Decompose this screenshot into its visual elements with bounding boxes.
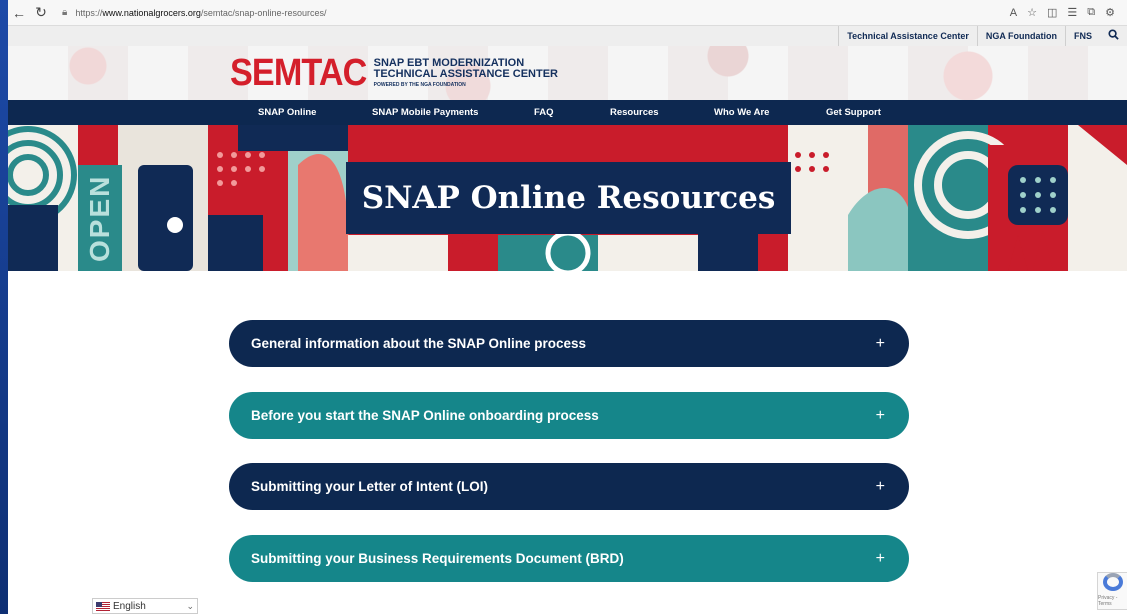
logo-tagline: SNAP EBT MODERNIZATION TECHNICAL ASSISTA…	[373, 58, 558, 89]
accordion-label: General information about the SNAP Onlin…	[251, 336, 587, 351]
hero-title-box: SNAP Online Resources	[346, 162, 791, 234]
util-link-fns[interactable]: FNS	[1065, 26, 1100, 46]
language-selected: English	[113, 600, 146, 612]
expand-plus-icon[interactable]: +	[876, 478, 885, 496]
language-selector[interactable]: English ⌄	[92, 598, 198, 614]
chevron-down-icon: ⌄	[186, 600, 194, 611]
browser-actions: A ☆ ◫ ☰ ⧉ ⚙	[1010, 6, 1127, 19]
accordion-letter-of-intent[interactable]: Submitting your Letter of Intent (LOI) +	[229, 463, 909, 510]
util-link-nga-foundation[interactable]: NGA Foundation	[976, 26, 1065, 46]
address-bar[interactable]: 🔒︎ https://www.nationalgrocers.org/semta…	[62, 7, 326, 18]
nav-get-support[interactable]: Get Support	[826, 100, 881, 125]
logo-line-2: TECHNICAL ASSISTANCE CENTER	[373, 68, 558, 80]
recaptcha-badge[interactable]: Privacy - Terms	[1097, 572, 1127, 610]
accordion-label: Before you start the SNAP Online onboard…	[251, 408, 599, 423]
accordion-general-info[interactable]: General information about the SNAP Onlin…	[229, 320, 909, 367]
hero-banner: OPEN SNAP Online Resources	[8, 125, 1127, 271]
open-sign: OPEN	[78, 165, 122, 271]
logo-line-3: POWERED BY THE NGA FOUNDATION	[373, 82, 466, 88]
refresh-icon[interactable]: ↻	[30, 2, 52, 24]
lock-icon: 🔒︎	[62, 7, 68, 18]
url-path: /semtac/snap-online-resources/	[200, 7, 327, 18]
utility-nav: Technical Assistance Center NGA Foundati…	[8, 26, 1127, 46]
util-link-technical-assistance[interactable]: Technical Assistance Center	[838, 26, 977, 46]
recaptcha-text: Privacy - Terms	[1098, 595, 1118, 607]
logo-band: SEMTAC SNAP EBT MODERNIZATION TECHNICAL …	[8, 46, 1127, 100]
desktop-edge	[0, 0, 8, 614]
expand-plus-icon[interactable]: +	[876, 550, 885, 568]
accordion-before-you-start[interactable]: Before you start the SNAP Online onboard…	[229, 392, 909, 439]
expand-plus-icon[interactable]: +	[876, 407, 885, 425]
split-screen-icon[interactable]: ◫	[1047, 6, 1057, 19]
extensions-icon[interactable]: ⚙	[1105, 6, 1115, 19]
url-host: www.nationalgrocers.org	[102, 7, 201, 18]
nav-snap-online[interactable]: SNAP Online	[258, 100, 316, 125]
us-flag-icon	[96, 601, 110, 611]
expand-plus-icon[interactable]: +	[876, 335, 885, 353]
read-aloud-icon[interactable]: A	[1010, 7, 1017, 19]
semtac-logo[interactable]: SEMTAC SNAP EBT MODERNIZATION TECHNICAL …	[230, 54, 558, 92]
back-arrow-icon[interactable]: ←	[8, 2, 30, 24]
logo-wordmark: SEMTAC	[230, 52, 367, 94]
favorite-star-icon[interactable]: ☆	[1027, 6, 1037, 19]
decorative-pattern	[8, 46, 1127, 100]
accordion-business-requirements[interactable]: Submitting your Business Requirements Do…	[229, 535, 909, 582]
collections-icon[interactable]: ⧉	[1087, 6, 1095, 19]
recaptcha-icon	[1102, 573, 1123, 591]
browser-window: ← ↻ 🔒︎ https://www.nationalgrocers.org/s…	[8, 0, 1127, 614]
search-icon[interactable]	[1100, 26, 1127, 46]
main-nav: SNAP Online SNAP Mobile Payments FAQ Res…	[8, 100, 1127, 125]
url-scheme: https://	[75, 7, 103, 18]
favorites-list-icon[interactable]: ☰	[1067, 6, 1077, 19]
accordion-label: Submitting your Business Requirements Do…	[251, 551, 624, 566]
nav-who-we-are[interactable]: Who We Are	[714, 100, 769, 125]
nav-resources[interactable]: Resources	[610, 100, 659, 125]
browser-toolbar: ← ↻ 🔒︎ https://www.nationalgrocers.org/s…	[8, 0, 1127, 26]
nav-faq[interactable]: FAQ	[534, 100, 554, 125]
accordion-label: Submitting your Letter of Intent (LOI)	[251, 479, 488, 494]
nav-snap-mobile-payments[interactable]: SNAP Mobile Payments	[372, 100, 478, 125]
page-title: SNAP Online Resources	[361, 180, 776, 216]
